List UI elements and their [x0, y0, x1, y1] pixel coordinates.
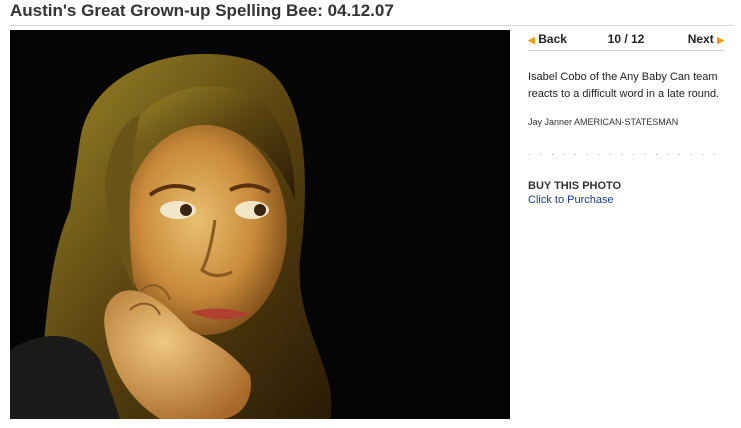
- photo-caption: Isabel Cobo of the Any Baby Can team rea…: [528, 71, 720, 100]
- page-title: Austin's Great Grown-up Spelling Bee: 04…: [10, 1, 394, 20]
- arrow-right-icon: ▶: [717, 35, 724, 45]
- photo-illustration: [10, 30, 510, 419]
- dotted-separator: . . . . . . . . . . . . . . . . . . . . …: [528, 147, 724, 158]
- next-label: Next: [687, 32, 714, 46]
- purchase-link[interactable]: Click to Purchase: [528, 194, 724, 206]
- buy-photo-heading: BUY THIS PHOTO: [528, 180, 622, 192]
- title-divider: [10, 25, 734, 26]
- next-button[interactable]: Next ▶: [688, 32, 724, 46]
- gallery-sidebar: ◀ Back 10 / 12 Next ▶ Isabel Cobo of the…: [528, 30, 724, 206]
- photo-credit: Jay Janner AMERICAN-STATESMAN: [528, 117, 679, 127]
- gallery-nav: ◀ Back 10 / 12 Next ▶: [528, 30, 724, 51]
- gallery-photo: [10, 30, 510, 419]
